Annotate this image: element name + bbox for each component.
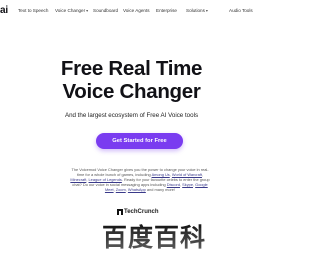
nav-item-label: Text to Speech bbox=[18, 8, 49, 13]
techcrunch-icon bbox=[117, 209, 123, 215]
nav-item-voice-agents[interactable]: Voice Agents bbox=[123, 8, 150, 13]
nav-item-label: Solutions bbox=[186, 8, 205, 13]
brand-logo[interactable]: ai bbox=[0, 5, 8, 16]
nav-item-label: Voice Changer bbox=[55, 8, 86, 13]
get-started-button[interactable]: Get Started for Free bbox=[96, 133, 183, 149]
nav-item-label: Audio Tools bbox=[229, 8, 253, 13]
top-navigation: ai Text to Speech Voice Changer▾ Soundbo… bbox=[0, 0, 263, 22]
watermark: 百度百科 bbox=[102, 224, 207, 252]
nav-item-solutions[interactable]: Solutions▾ bbox=[186, 8, 208, 13]
nav-item-label: Voice Agents bbox=[123, 8, 150, 13]
nav-item-label: Soundboard bbox=[93, 8, 119, 13]
nav-item-label: Enterprise bbox=[156, 8, 177, 13]
nav-item-text-to-speech[interactable]: Text to Speech bbox=[18, 8, 48, 13]
hero-title-line-1: Free Real Time bbox=[60, 57, 203, 80]
link-skype[interactable]: Skype bbox=[182, 182, 193, 187]
get-started-button-label: Get Started for Free bbox=[112, 138, 167, 144]
chevron-down-icon: ▾ bbox=[86, 8, 89, 13]
description-text: and many more! bbox=[145, 187, 176, 192]
link-zoom[interactable]: Zoom bbox=[116, 187, 126, 192]
hero-subtitle: And the largest ecosystem of Free AI Voi… bbox=[64, 112, 199, 119]
nav-item-enterprise[interactable]: Enterprise bbox=[156, 8, 177, 13]
description-paragraph: The Voicemod Voice Changer gives you the… bbox=[70, 167, 210, 192]
nav-item-voice-changer[interactable]: Voice Changer▾ bbox=[55, 8, 88, 13]
hero-title-line-2: Voice Changer bbox=[62, 80, 201, 103]
chevron-down-icon: ▾ bbox=[205, 8, 208, 13]
nav-item-audio-tools[interactable]: Audio Tools bbox=[229, 8, 253, 13]
nav-item-soundboard[interactable]: Soundboard bbox=[93, 8, 118, 13]
link-whatsapp[interactable]: WhatsApp bbox=[128, 187, 146, 192]
techcrunch-logo: TechCrunch bbox=[117, 209, 159, 215]
techcrunch-logo-text: TechCrunch bbox=[124, 209, 159, 215]
